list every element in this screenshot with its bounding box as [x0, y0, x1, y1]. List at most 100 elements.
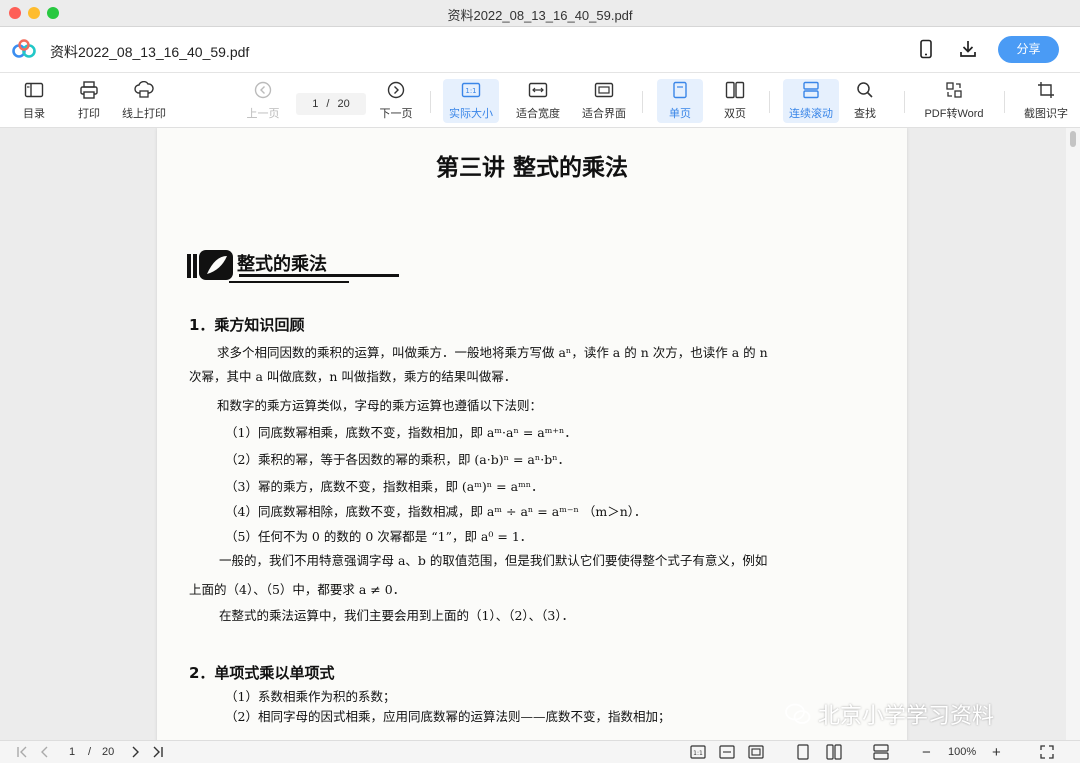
section-heading: 2．单项式乘以单项式	[189, 664, 335, 682]
watermark: 北京小学学习资料	[784, 698, 994, 730]
wechat-icon	[785, 703, 811, 724]
zoom-level[interactable]: 100%	[948, 744, 976, 760]
actual-size-button[interactable]: 1:1 实际大小	[443, 79, 499, 123]
search-icon	[857, 82, 873, 98]
fit-page-button[interactable]: 适合界面	[578, 79, 630, 123]
section-heading: 1．乘方知识回顾	[189, 316, 305, 334]
paragraph-line: 在整式的乘法运算中，我们主要会用到上面的（1）、（2）、（3）．	[219, 608, 575, 623]
fit-width-icon[interactable]	[719, 744, 735, 760]
next-page-label: 下一页	[379, 108, 413, 120]
pdf-to-word-button[interactable]: PDF转Word	[920, 79, 988, 123]
ocr-label: 截图识字	[1024, 108, 1068, 120]
crop-icon	[1038, 82, 1054, 98]
prev-page-label: 上一页	[246, 108, 280, 120]
banner-underline	[229, 281, 349, 283]
fit-width-icon	[528, 82, 548, 98]
file-name: 资料2022_08_13_16_40_59.pdf	[50, 44, 250, 60]
toolbar: 目录 打印 线上打印 上一页 1 / 20 下一页 1:1 实际大小 适合宽度 …	[0, 73, 1080, 128]
share-button[interactable]: 分享	[998, 36, 1059, 63]
convert-icon	[946, 82, 962, 98]
rule-line: （2）乘积的幂，等于各因数的幂的乘积，即 (a·b)ⁿ = aⁿ·bⁿ．	[225, 452, 571, 467]
zoom-out-button[interactable]: −	[922, 744, 931, 761]
banner-underline	[239, 274, 399, 277]
paragraph-line: 和数字的乘方运算类似，字母的乘方运算也遵循以下法则：	[217, 398, 543, 413]
svg-text:1:1: 1:1	[693, 750, 703, 757]
window-title: 资料2022_08_13_16_40_59.pdf	[447, 8, 633, 23]
double-page-icon[interactable]	[826, 744, 842, 760]
status-page-current[interactable]: 1	[69, 744, 75, 760]
actual-size-icon: 1:1	[461, 82, 481, 98]
banner-heading: 整式的乘法	[237, 254, 327, 275]
page-number-input[interactable]: 1 / 20	[296, 93, 366, 115]
first-page-icon[interactable]	[16, 744, 28, 760]
scrollbar-thumb[interactable]	[1070, 131, 1076, 147]
fit-page-icon	[594, 82, 614, 98]
section-banner-icon	[187, 250, 233, 280]
toc-icon	[24, 82, 44, 98]
continuous-scroll-icon[interactable]	[873, 744, 889, 760]
fit-width-button[interactable]: 适合宽度	[512, 79, 564, 123]
status-bar: 1 / 20 1:1 − 100% +	[0, 740, 1080, 763]
watermark-text: 北京小学学习资料	[818, 704, 995, 729]
zoom-in-button[interactable]: +	[992, 744, 1001, 761]
prev-page-icon[interactable]	[40, 744, 50, 760]
continuous-scroll-button[interactable]: 连续滚动	[783, 79, 839, 123]
single-page-icon[interactable]	[797, 744, 809, 760]
fullscreen-icon[interactable]	[1040, 744, 1054, 760]
print-label: 打印	[78, 108, 100, 120]
next-page-icon[interactable]	[130, 744, 140, 760]
rule-line: （3）幂的乘方，底数不变，指数相乘，即 (aᵐ)ⁿ = aᵐⁿ．	[225, 479, 544, 494]
online-print-label: 线上打印	[122, 108, 166, 120]
single-page-icon	[673, 81, 687, 99]
rule-line: （2）相同字母的因式相乘，应用同底数幂的运算法则——底数不变，指数相加；	[225, 709, 671, 724]
ocr-button[interactable]: 截图识字	[1020, 79, 1072, 123]
app-header: 资料2022_08_13_16_40_59.pdf 分享	[0, 27, 1080, 73]
status-page-separator: /	[88, 746, 92, 758]
print-button[interactable]: 打印	[72, 79, 106, 123]
search-button[interactable]: 查找	[848, 79, 882, 123]
printer-icon	[80, 81, 98, 99]
continuous-scroll-icon	[803, 81, 819, 99]
vertical-scrollbar[interactable]	[1066, 128, 1080, 740]
last-page-icon[interactable]	[152, 744, 164, 760]
paragraph-line: 求多个相同因数的乘积的运算，叫做乘方．一般地将乘方写做 aⁿ，读作 a 的 n …	[217, 345, 768, 360]
page-current: 1	[312, 98, 319, 110]
next-page-button[interactable]: 下一页	[374, 79, 418, 123]
prev-page-button[interactable]: 上一页	[242, 79, 284, 123]
double-page-button[interactable]: 双页	[714, 79, 756, 123]
paragraph-line: 次幂，其中 a 叫做底数，n 叫做指数，乘方的结果叫做幂．	[189, 369, 517, 384]
toc-button[interactable]: 目录	[16, 79, 52, 123]
baidu-netdisk-logo-icon	[12, 39, 36, 58]
paragraph-line: 上面的（4）、（5）中，都要求 a ≠ 0．	[189, 582, 406, 597]
single-page-label: 单页	[669, 108, 691, 120]
search-label: 查找	[854, 108, 876, 120]
document-viewer[interactable]: 第三讲 整式的乘法 整式的乘法 1．乘方知识回顾 求多个相同因数的乘积的运算，叫…	[0, 128, 1080, 740]
fit-page-label: 适合界面	[582, 108, 626, 120]
download-icon[interactable]	[958, 39, 978, 59]
pdf-page: 第三讲 整式的乘法 整式的乘法 1．乘方知识回顾 求多个相同因数的乘积的运算，叫…	[157, 128, 907, 740]
continuous-scroll-label: 连续滚动	[789, 108, 833, 120]
chevron-right-circle-icon	[387, 81, 405, 99]
status-page-total: 20	[102, 746, 115, 758]
double-page-icon	[725, 81, 745, 99]
toolbar-divider	[904, 91, 905, 113]
rule-line: （5）任何不为 0 的数的 0 次幂都是 “1”，即 a⁰ = 1．	[225, 529, 533, 544]
fit-width-label: 适合宽度	[516, 108, 560, 120]
cloud-print-icon	[134, 81, 154, 98]
toolbar-divider	[1004, 91, 1005, 113]
toc-label: 目录	[23, 108, 45, 120]
fit-page-icon[interactable]	[748, 744, 764, 760]
window-titlebar: 资料2022_08_13_16_40_59.pdf	[0, 0, 1080, 27]
chevron-left-circle-icon	[254, 81, 272, 99]
double-page-label: 双页	[724, 108, 746, 120]
single-page-button[interactable]: 单页	[657, 79, 703, 123]
toolbar-divider	[430, 91, 431, 113]
online-print-button[interactable]: 线上打印	[118, 79, 170, 123]
pdf-to-word-label: PDF转Word	[924, 108, 984, 120]
page-total: 20	[337, 98, 350, 110]
phone-icon[interactable]	[918, 39, 934, 59]
rule-line: （1）系数相乘作为积的系数；	[225, 689, 396, 704]
toolbar-divider	[642, 91, 643, 113]
actual-size-icon[interactable]: 1:1	[690, 744, 706, 760]
svg-text:1:1: 1:1	[465, 87, 476, 95]
